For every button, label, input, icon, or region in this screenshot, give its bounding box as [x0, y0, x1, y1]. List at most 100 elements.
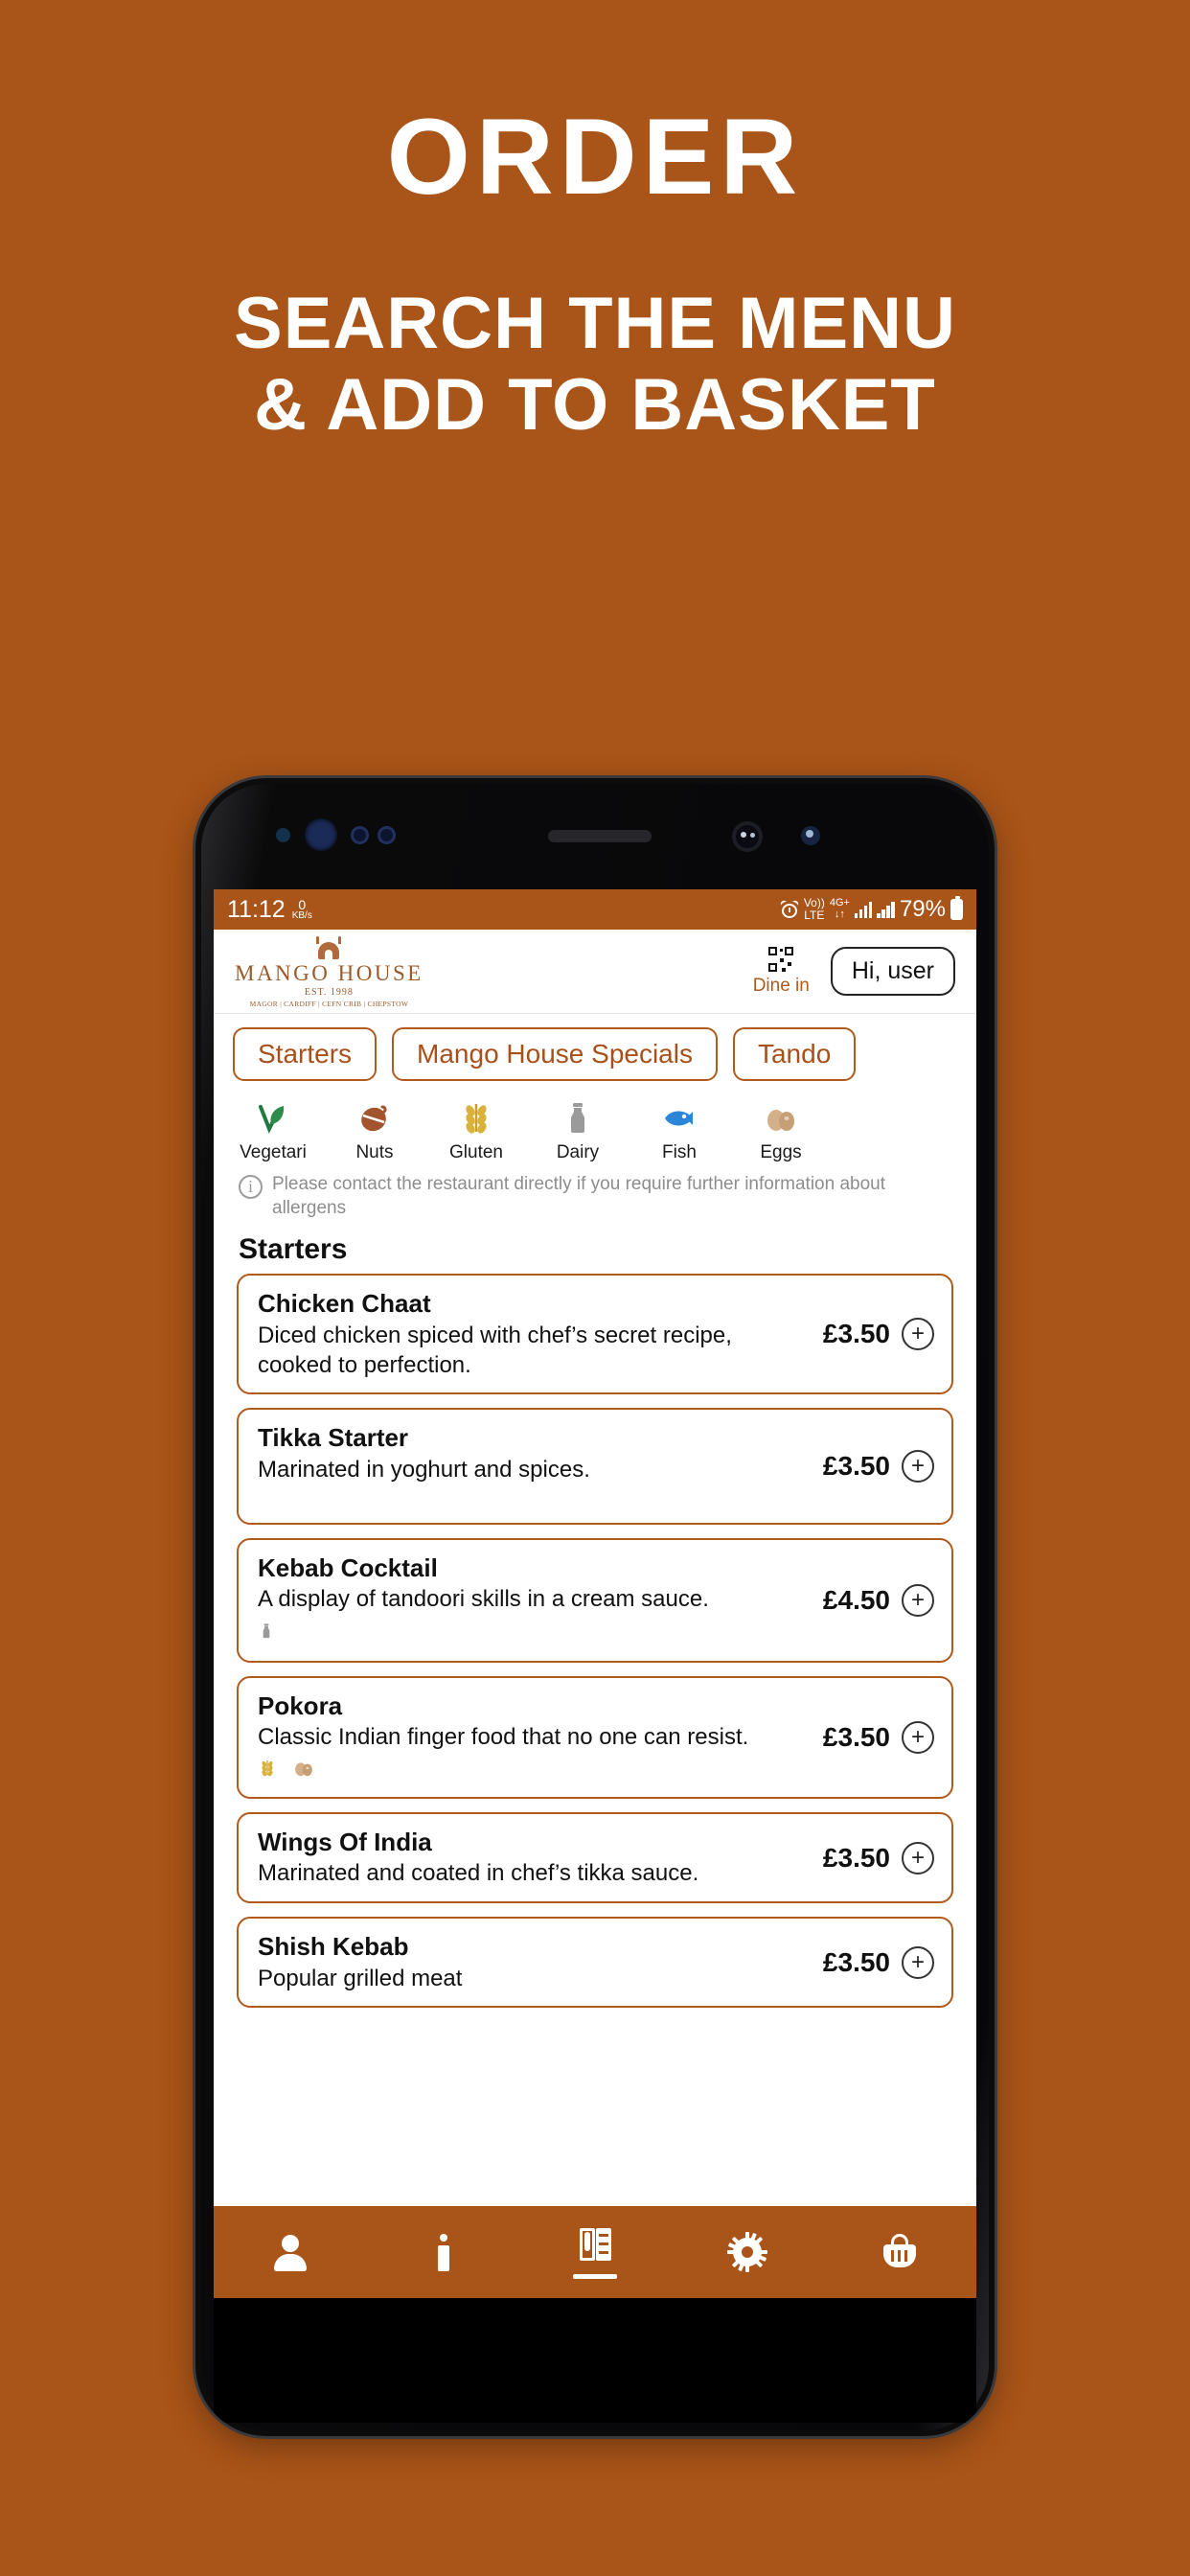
- proximity-sensor-icon: [351, 826, 369, 844]
- gluten-icon: [262, 1760, 273, 1777]
- allergen-gluten: Gluten: [442, 1098, 511, 1163]
- menu-item-name: Tikka Starter: [258, 1423, 409, 1453]
- fish-icon: [661, 1098, 698, 1138]
- menu-item-actions: £3.50 +: [812, 1841, 934, 1874]
- phone-mockup: 11:12 0 KB/s Vo)) LTE 4G+ ↓↑ 79% MANGO H…: [195, 778, 995, 2436]
- menu-item-card[interactable]: Shish Kebab Popular grilled meat £3.50 +: [237, 1917, 953, 2009]
- allergen-label: Vegetari: [240, 1142, 307, 1162]
- promo-subheadline-line-2: & ADD TO BASKET: [254, 364, 936, 447]
- menu-item-name: Pokora: [258, 1690, 343, 1720]
- menu-item-name: Wings Of India: [258, 1827, 432, 1856]
- allergen-key: Vegetari Nuts Gluten Dairy Fish Eggs: [214, 1091, 976, 1163]
- menu-item-card[interactable]: Chicken Chaat Diced chicken spiced with …: [237, 1274, 953, 1395]
- data-rate-value: 0: [298, 896, 307, 912]
- person-icon: [269, 2231, 311, 2273]
- basket-icon: [879, 2231, 921, 2273]
- battery-percent-label: 79%: [899, 896, 946, 922]
- signal-bars-sim2-icon: [877, 901, 895, 918]
- front-camera-icon: [732, 821, 763, 852]
- led-indicator-icon: [801, 826, 820, 845]
- add-to-basket-button[interactable]: +: [902, 1318, 934, 1351]
- data-rate-unit: KB/s: [291, 909, 312, 921]
- promo-banner: ORDER SEARCH THE MENU & ADD TO BASKET 11…: [0, 0, 1190, 2576]
- logo-established: EST. 1998: [304, 987, 354, 998]
- signal-bars-sim1-icon: [854, 901, 873, 918]
- menu-item-description: Diced chicken spiced with chef’s secret …: [258, 1322, 732, 1378]
- volte-bottom-label: LTE: [804, 908, 825, 922]
- earpiece-speaker: [548, 830, 652, 842]
- menu-item-actions: £3.50 +: [812, 1720, 934, 1754]
- menu-item-description: Popular grilled meat: [258, 1965, 463, 1991]
- menu-item-card[interactable]: Wings Of India Marinated and coated in c…: [237, 1811, 953, 1904]
- nav-menu[interactable]: [518, 2206, 671, 2298]
- phone-bottom-bezel: [214, 2298, 976, 2423]
- promo-headline: ORDER: [386, 97, 804, 217]
- nav-account[interactable]: [214, 2206, 366, 2298]
- mango-house-crest-icon: [314, 934, 343, 959]
- volte-icon: Vo)) LTE: [804, 897, 825, 921]
- nav-active-indicator: [573, 2273, 617, 2279]
- status-bar-right: Vo)) LTE 4G+ ↓↑ 79%: [779, 896, 963, 923]
- menu-item-price: £3.50: [822, 1842, 890, 1873]
- menu-item-actions: £3.50 +: [812, 1945, 934, 1979]
- logo-name: MANGO HOUSE: [235, 961, 423, 985]
- menu-item-allergens: [258, 1757, 812, 1784]
- menu-item-allergens: [258, 1619, 812, 1648]
- qr-code-icon: [768, 947, 793, 972]
- data-rate-indicator: 0 KB/s: [292, 898, 312, 921]
- menu-item-info: Pokora Classic Indian finger food that n…: [258, 1690, 812, 1784]
- add-to-basket-button[interactable]: +: [902, 1945, 934, 1979]
- nav-settings[interactable]: [672, 2206, 824, 2298]
- menu-item-info: Kebab Cocktail A display of tandoori ski…: [258, 1552, 812, 1648]
- phone-top-bezel: [195, 778, 995, 889]
- menu-item-info: Tikka Starter Marinated in yoghurt and s…: [258, 1422, 812, 1509]
- menu-item-info: Wings Of India Marinated and coated in c…: [258, 1827, 812, 1889]
- status-bar: 11:12 0 KB/s Vo)) LTE 4G+ ↓↑ 79%: [214, 889, 976, 930]
- alarm-icon: [779, 899, 800, 919]
- promo-subheadline: SEARCH THE MENU & ADD TO BASKET: [0, 283, 1190, 446]
- menu-list: Chicken Chaat Diced chicken spiced with …: [214, 1274, 976, 2009]
- add-to-basket-button[interactable]: +: [902, 1583, 934, 1617]
- tab-starters[interactable]: Starters: [233, 1027, 378, 1081]
- menu-item-card[interactable]: Pokora Classic Indian finger food that n…: [237, 1675, 953, 1799]
- dine-in-label: Dine in: [752, 975, 810, 996]
- nav-basket[interactable]: [824, 2206, 976, 2298]
- promo-subheadline-line-1: SEARCH THE MENU: [234, 282, 956, 364]
- menu-item-card[interactable]: Tikka Starter Marinated in yoghurt and s…: [237, 1408, 953, 1525]
- bottom-navigation: [214, 2206, 976, 2298]
- allergen-eggs: Eggs: [746, 1098, 815, 1163]
- allergen-label: Nuts: [355, 1142, 394, 1162]
- restaurant-logo: MANGO HOUSE EST. 1998 MAGOR | CARDIFF | …: [235, 934, 423, 1008]
- allergen-label: Fish: [662, 1142, 697, 1162]
- add-to-basket-button[interactable]: +: [902, 1841, 934, 1874]
- tab-tandoori[interactable]: Tando: [732, 1027, 857, 1081]
- nav-info[interactable]: [366, 2206, 518, 2298]
- menu-item-description: Classic Indian finger food that no one c…: [258, 1724, 749, 1751]
- menu-item-actions: £4.50 +: [812, 1583, 934, 1617]
- allergen-label: Gluten: [449, 1142, 503, 1162]
- menu-item-card[interactable]: Kebab Cocktail A display of tandoori ski…: [237, 1537, 953, 1663]
- allergen-note-text: Please contact the restaurant directly i…: [272, 1174, 886, 1218]
- add-to-basket-button[interactable]: +: [902, 1720, 934, 1754]
- eggs-icon: [294, 1762, 312, 1777]
- user-account-button[interactable]: Hi, user: [830, 947, 955, 996]
- category-tabs[interactable]: Starters Mango House Specials Tando: [214, 1014, 976, 1091]
- dairy-icon: [560, 1098, 596, 1138]
- network-type-icon: 4G+ ↓↑: [830, 898, 850, 920]
- menu-item-actions: £3.50 +: [812, 1449, 934, 1483]
- menu-item-description: Marinated in yoghurt and spices.: [258, 1456, 590, 1483]
- add-to-basket-button[interactable]: +: [902, 1449, 934, 1483]
- info-icon: [422, 2231, 464, 2273]
- menu-item-actions: £3.50 +: [812, 1318, 934, 1351]
- tab-mango-house-specials[interactable]: Mango House Specials: [392, 1027, 718, 1081]
- header-actions: Dine in Hi, user: [753, 947, 955, 997]
- allergen-label: Eggs: [760, 1142, 802, 1162]
- logo-locations: MAGOR | CARDIFF | CEFN CRIB | CHEPSTOW: [249, 1000, 409, 1008]
- dine-in-button[interactable]: Dine in: [753, 947, 810, 997]
- network-bottom-label: ↓↑: [834, 908, 845, 920]
- allergen-dairy: Dairy: [543, 1098, 612, 1163]
- allergen-fish: Fish: [645, 1098, 714, 1163]
- menu-item-name: Kebab Cocktail: [258, 1552, 438, 1582]
- allergen-label: Dairy: [556, 1142, 600, 1162]
- vegetarian-icon: [255, 1098, 291, 1138]
